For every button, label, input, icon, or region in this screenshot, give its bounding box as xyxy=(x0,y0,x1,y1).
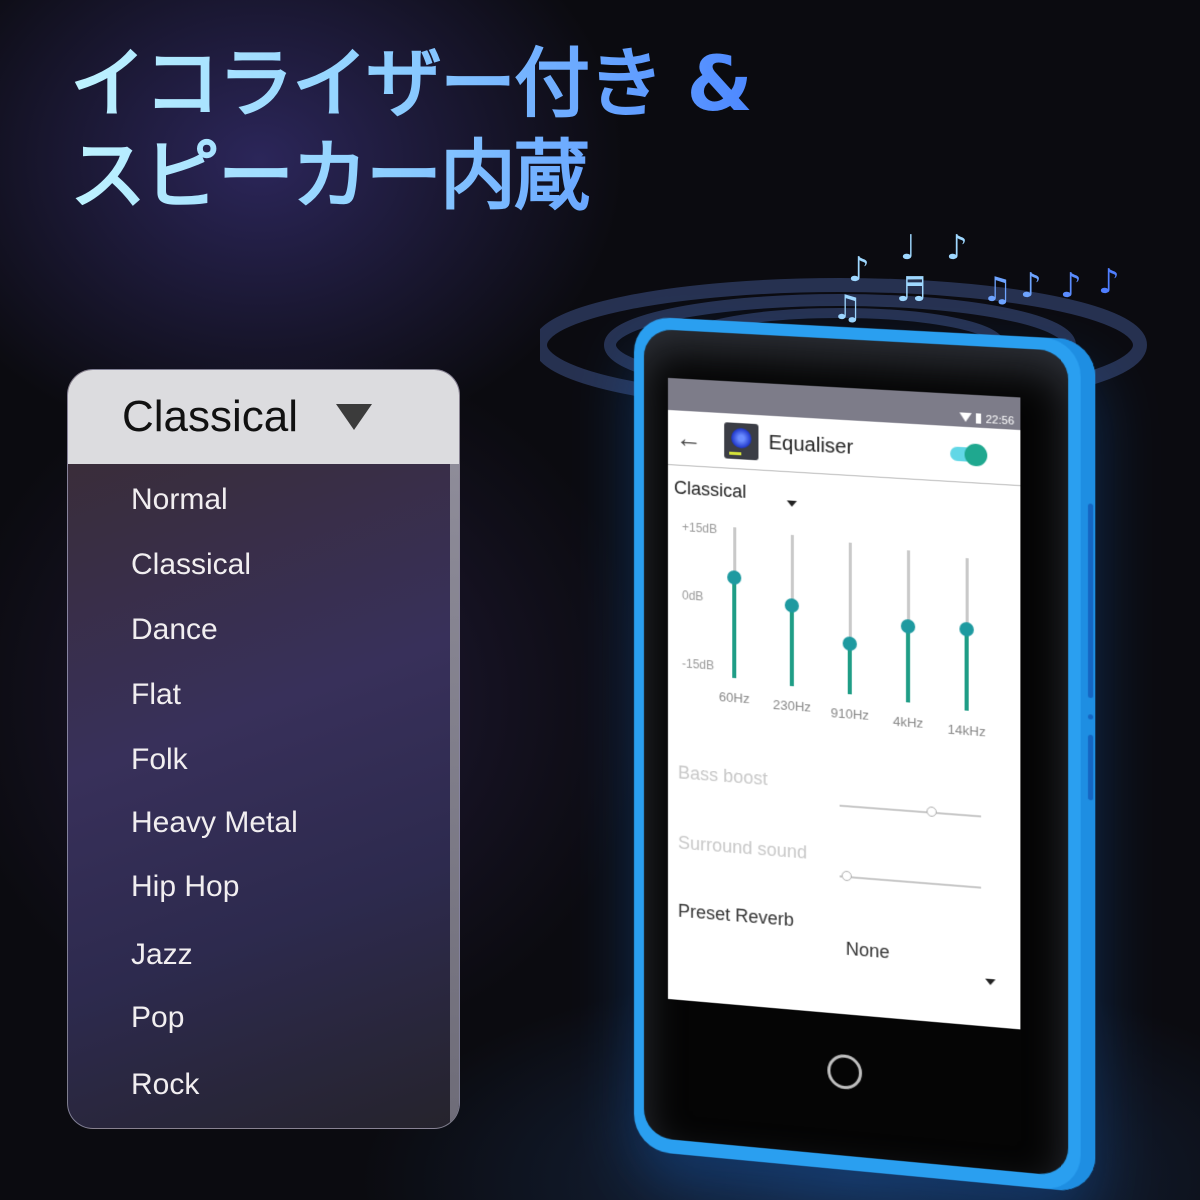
volume-button[interactable] xyxy=(1087,503,1094,699)
eq-band-thumb[interactable] xyxy=(900,618,916,634)
microphone-hole xyxy=(1087,714,1094,720)
db-min-label: -15dB xyxy=(681,656,715,673)
toggle-knob xyxy=(964,443,988,467)
headline: イコライザー付き & スピーカー内蔵 xyxy=(70,38,751,222)
music-note-icon: ♫ xyxy=(832,288,863,328)
eq-band-fill xyxy=(789,605,794,687)
eq-band-thumb[interactable] xyxy=(842,636,857,652)
eq-band-thumb[interactable] xyxy=(784,597,799,614)
preset-reverb-label: Preset Reverb xyxy=(677,900,794,931)
preset-option-heavy-metal[interactable]: Heavy Metal xyxy=(131,806,298,840)
bass-boost-label: Bass boost xyxy=(677,762,768,790)
caret-down-icon[interactable] xyxy=(336,404,373,430)
preset-option-pop[interactable]: Pop xyxy=(131,1001,184,1035)
preset-dropdown: Classical Normal Classical Dance Flat Fo… xyxy=(67,369,460,1129)
screen: 22:56 ← Equaliser Classical +15dB 0dB -1… xyxy=(667,377,1021,1030)
status-time: 22:56 xyxy=(985,413,1015,428)
eq-band-label: 14kHz xyxy=(947,721,986,740)
preset-dropdown-header[interactable]: Classical xyxy=(68,370,459,464)
bass-boost-thumb[interactable] xyxy=(926,806,937,818)
music-note-icon: ♬ xyxy=(896,270,927,310)
eq-band-fill xyxy=(905,626,911,703)
eq-band-4khz[interactable]: 4kHz xyxy=(888,549,929,744)
preset-option-normal[interactable]: Normal xyxy=(131,483,228,517)
dropdown-arrow-icon[interactable] xyxy=(786,500,797,508)
eq-band-label: 4kHz xyxy=(892,713,924,731)
music-player-device: 22:56 ← Equaliser Classical +15dB 0dB -1… xyxy=(634,316,1096,1194)
eq-band-thumb[interactable] xyxy=(959,621,974,637)
preset-reverb-value: None xyxy=(845,938,890,963)
power-button[interactable] xyxy=(1087,734,1094,801)
preset-option-rock[interactable]: Rock xyxy=(131,1068,199,1102)
preset-option-dance[interactable]: Dance xyxy=(131,613,218,647)
eq-band-fill xyxy=(732,577,737,679)
wifi-icon xyxy=(959,412,973,423)
dropdown-arrow-icon[interactable] xyxy=(985,978,996,986)
battery-icon xyxy=(976,413,982,424)
headline-line-1: イコライザー付き & xyxy=(70,39,751,128)
eq-band-fill xyxy=(847,643,852,695)
headline-line-2: スピーカー内蔵 xyxy=(70,131,588,220)
eq-band-910hz[interactable]: 910Hz xyxy=(829,541,870,736)
eq-band-label: 910Hz xyxy=(830,705,869,723)
equaliser-toggle[interactable] xyxy=(950,443,988,467)
surround-sound-thumb[interactable] xyxy=(841,870,852,882)
preset-option-folk[interactable]: Folk xyxy=(131,743,188,777)
speaker-icon xyxy=(731,427,752,449)
app-title: Equaliser xyxy=(768,431,854,459)
surround-sound-slider[interactable] xyxy=(839,870,982,889)
preset-option-flat[interactable]: Flat xyxy=(131,678,181,712)
app-icon-bar xyxy=(729,451,742,456)
eq-band-label: 60Hz xyxy=(718,689,750,707)
music-note-icon: ♪ xyxy=(848,250,870,290)
preset-option-classical[interactable]: Classical xyxy=(131,548,251,582)
db-max-label: +15dB xyxy=(681,520,718,537)
bass-boost-slider[interactable] xyxy=(839,804,982,818)
eq-band-thumb[interactable] xyxy=(727,570,742,586)
eq-band-230hz[interactable]: 230Hz xyxy=(772,534,813,728)
device-face: 22:56 ← Equaliser Classical +15dB 0dB -1… xyxy=(643,328,1069,1177)
eq-band-14khz[interactable]: 14kHz xyxy=(946,557,987,753)
db-mid-label: 0dB xyxy=(681,588,704,604)
back-arrow-icon[interactable]: ← xyxy=(676,422,712,455)
preset-select-value: Classical xyxy=(673,477,747,502)
preset-option-jazz[interactable]: Jazz xyxy=(131,938,193,972)
music-note-icon: ♪ xyxy=(1060,266,1082,306)
surround-sound-label: Surround sound xyxy=(677,832,808,863)
eq-band-label: 230Hz xyxy=(772,696,811,715)
music-note-icon: ♩ xyxy=(900,228,917,268)
music-note-icon: ♪ xyxy=(946,228,968,268)
eq-band-60hz[interactable]: 60Hz xyxy=(714,526,754,720)
preset-selected-value: Classical xyxy=(122,392,299,441)
home-button[interactable] xyxy=(827,1053,863,1091)
music-note-icon: ♪ xyxy=(1098,262,1120,302)
music-note-icon: ♫ xyxy=(982,270,1013,310)
equalizer-bands: +15dB 0dB -15dB 60Hz 230Hz 910Hz 4kHz 14kHz xyxy=(668,515,1020,782)
preset-scrollbar[interactable] xyxy=(450,464,459,1128)
equaliser-app-icon xyxy=(724,422,759,461)
music-note-icon: ♪ xyxy=(1020,266,1042,306)
preset-option-hip-hop[interactable]: Hip Hop xyxy=(131,870,239,904)
eq-band-fill xyxy=(964,629,969,711)
